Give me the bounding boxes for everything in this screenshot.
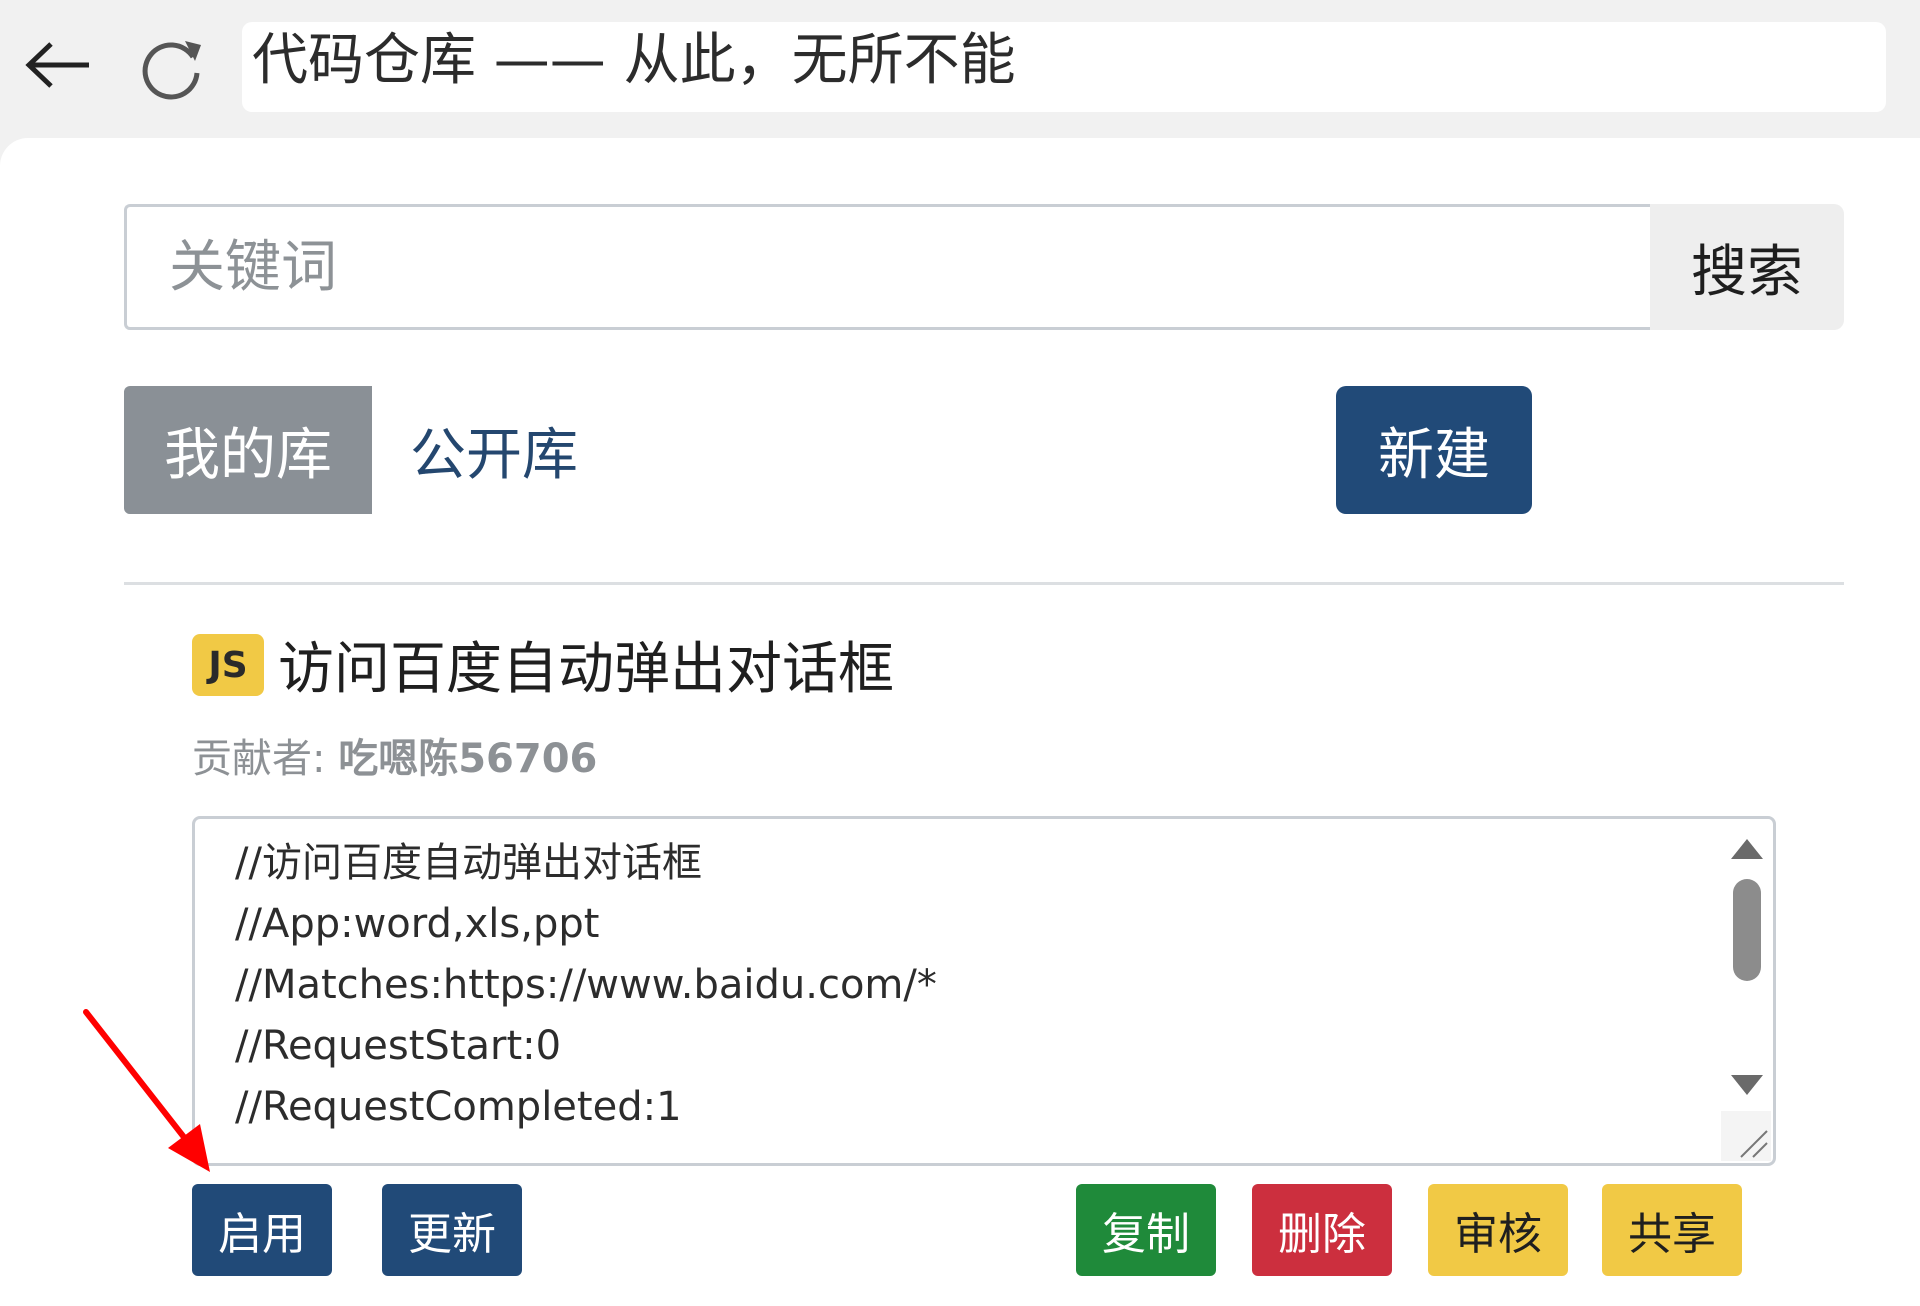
update-button[interactable]: 更新	[382, 1184, 522, 1276]
tab-my-library[interactable]: 我的库	[124, 386, 372, 514]
item-title: 访问百度自动弹出对话框	[278, 637, 894, 702]
copy-button[interactable]: 复制	[1076, 1184, 1216, 1276]
back-arrow-icon[interactable]	[18, 30, 98, 100]
new-button[interactable]: 新建	[1336, 386, 1532, 514]
resize-handle-icon[interactable]	[1721, 1111, 1771, 1161]
code-line: //App:word,xls,ppt	[235, 901, 600, 947]
code-content: //访问百度自动弹出对话框 //App:word,xls,ppt //Match…	[235, 833, 937, 1138]
annotation-arrow-icon	[83, 1009, 210, 1172]
divider	[124, 582, 1844, 585]
review-button[interactable]: 审核	[1428, 1184, 1568, 1276]
delete-button[interactable]: 删除	[1252, 1184, 1392, 1276]
reload-icon[interactable]	[132, 30, 212, 106]
enable-button[interactable]: 启用	[192, 1184, 332, 1276]
contributor-name: 吃嗯陈56706	[338, 736, 598, 782]
main-content: 搜索 我的库 公开库 新建 JS 访问百度自动弹出对话框 贡献者: 吃嗯陈567…	[0, 138, 1920, 1306]
address-bar[interactable]: 代码仓库 —— 从此，无所不能	[242, 22, 1886, 112]
contributor-line: 贡献者: 吃嗯陈56706	[192, 726, 597, 784]
scrollbar-thumb[interactable]	[1733, 879, 1761, 981]
js-badge-icon: JS	[192, 634, 264, 696]
code-line: //访问百度自动弹出对话框	[235, 840, 702, 886]
contributor-label: 贡献者:	[192, 736, 326, 782]
share-button[interactable]: 共享	[1602, 1184, 1742, 1276]
search-input[interactable]	[124, 204, 1650, 330]
tab-public-library[interactable]: 公开库	[376, 386, 612, 514]
code-textarea[interactable]: //访问百度自动弹出对话框 //App:word,xls,ppt //Match…	[192, 816, 1776, 1166]
code-line: //RequestCompleted:1	[235, 1084, 682, 1130]
code-line: //Matches:https://www.baidu.com/*	[235, 962, 937, 1008]
code-line: //RequestStart:0	[235, 1023, 562, 1069]
scroll-up-icon[interactable]	[1731, 839, 1763, 859]
scrollbar[interactable]	[1721, 819, 1771, 1109]
scroll-down-icon[interactable]	[1731, 1075, 1763, 1095]
browser-toolbar: 代码仓库 —— 从此，无所不能	[0, 0, 1920, 140]
search-button[interactable]: 搜索	[1650, 204, 1844, 330]
